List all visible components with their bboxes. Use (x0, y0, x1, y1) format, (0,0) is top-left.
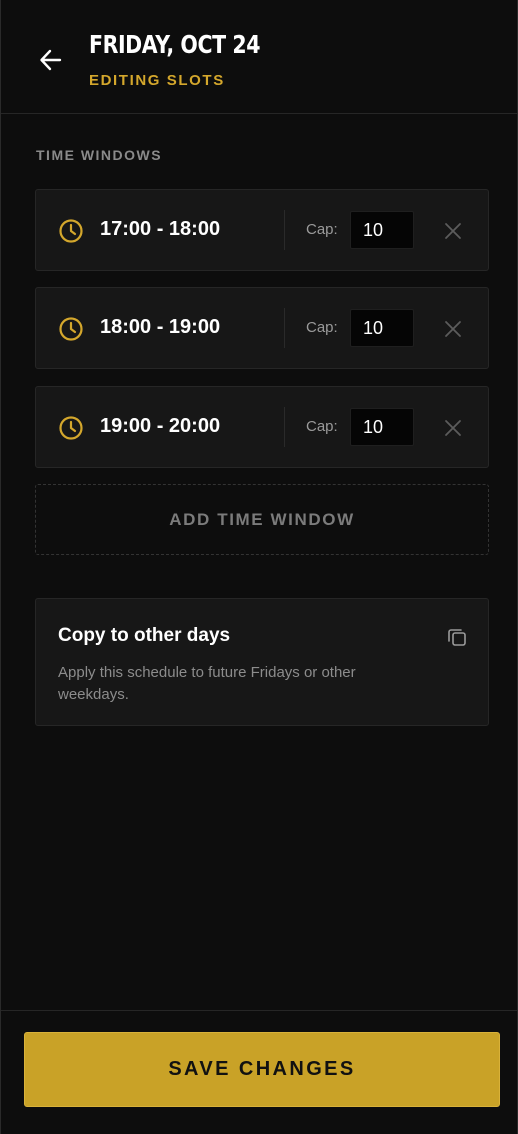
time-range: 17:00 - 18:00 (100, 218, 221, 240)
section-label-time-windows: TIME WINDOWS (36, 147, 163, 163)
divider (284, 210, 285, 250)
clock-icon (59, 219, 83, 243)
copy-to-other-days-card[interactable]: Copy to other days Apply this schedule t… (35, 598, 489, 726)
cap-label: Cap: (306, 319, 338, 336)
page-title: FRIDAY, OCT 24 (89, 30, 261, 59)
footer: SAVE CHANGES (1, 1010, 517, 1134)
divider (284, 407, 285, 447)
time-window-row: 17:00 - 18:00 Cap: (35, 189, 489, 271)
close-icon[interactable] (442, 417, 464, 439)
clock-icon (59, 317, 83, 341)
capacity-input[interactable] (350, 408, 414, 446)
copy-card-description: Apply this schedule to future Fridays or… (58, 664, 356, 703)
page-subtitle: EDITING SLOTS (89, 72, 225, 89)
capacity-input[interactable] (350, 211, 414, 249)
divider (284, 308, 285, 348)
cap-label: Cap: (306, 418, 338, 435)
time-range: 19:00 - 20:00 (100, 415, 221, 437)
close-icon[interactable] (442, 220, 464, 242)
close-icon[interactable] (442, 318, 464, 340)
copy-icon[interactable] (446, 626, 468, 648)
capacity-input[interactable] (350, 309, 414, 347)
copy-card-title: Copy to other days (58, 625, 231, 646)
time-range: 18:00 - 19:00 (100, 316, 221, 338)
time-window-row: 18:00 - 19:00 Cap: (35, 287, 489, 369)
arrow-left-icon (40, 49, 62, 71)
save-changes-button[interactable]: SAVE CHANGES (24, 1032, 500, 1107)
cap-label: Cap: (306, 221, 338, 238)
clock-icon (59, 416, 83, 440)
header: FRIDAY, OCT 24 EDITING SLOTS (1, 0, 517, 114)
back-button[interactable] (35, 44, 67, 76)
time-window-row: 19:00 - 20:00 Cap: (35, 386, 489, 468)
slot-editor-panel: FRIDAY, OCT 24 EDITING SLOTS TIME WINDOW… (0, 0, 518, 1134)
add-time-window-button[interactable]: ADD TIME WINDOW (35, 484, 489, 555)
